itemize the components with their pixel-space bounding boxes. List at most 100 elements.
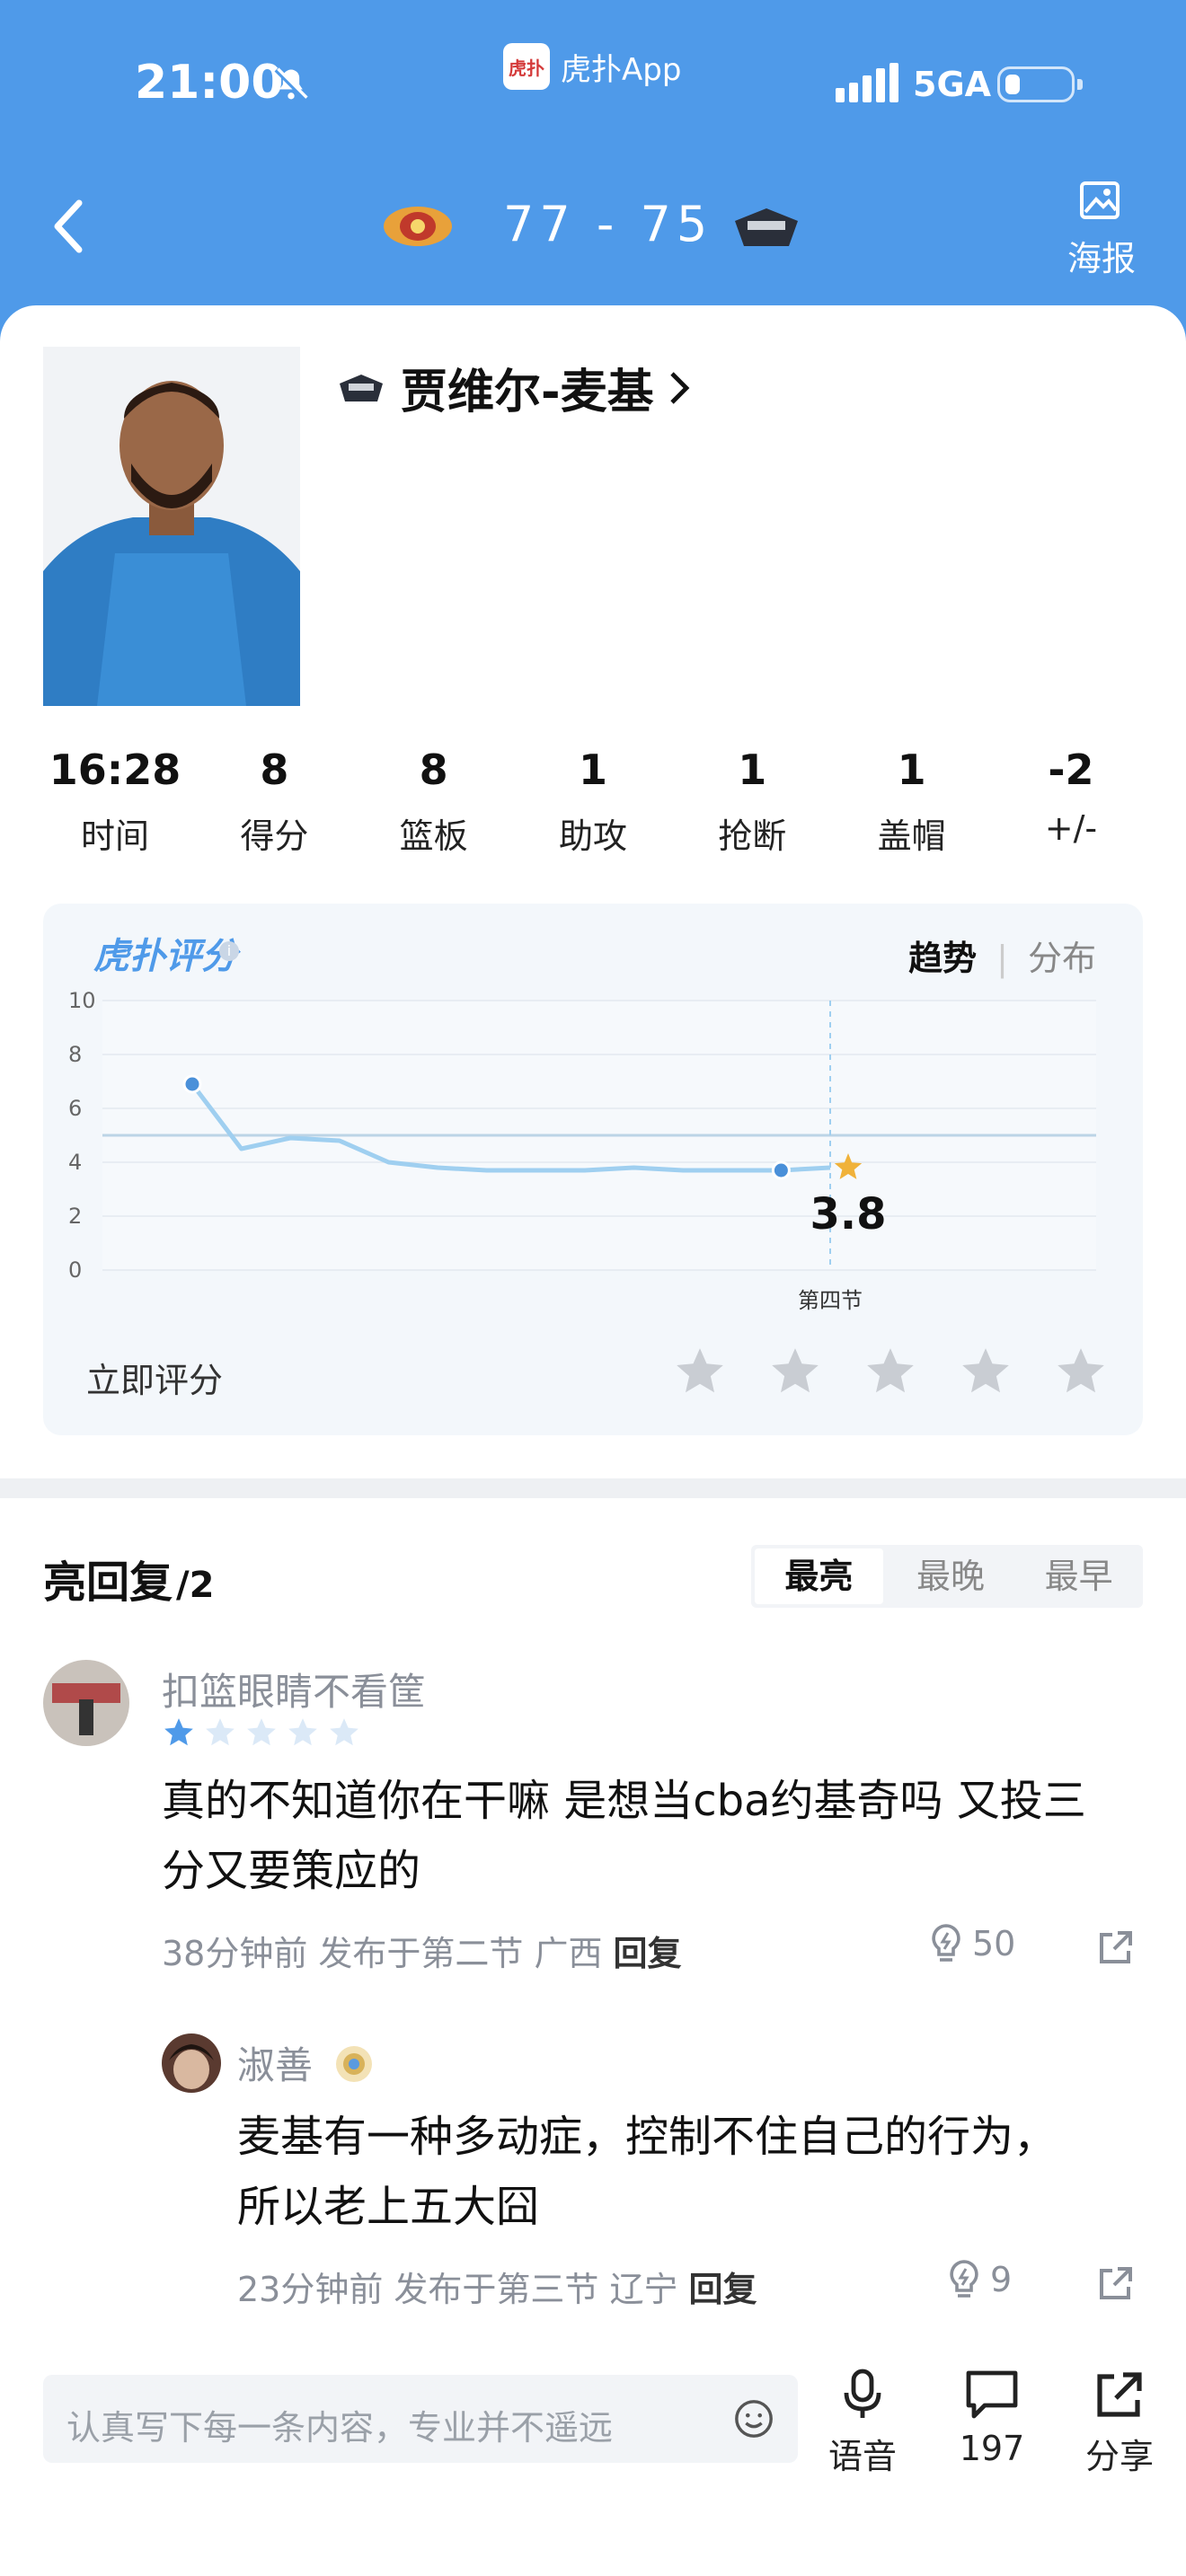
- share-label: 分享: [1084, 2437, 1154, 2476]
- back-arrow-icon[interactable]: [50, 199, 86, 253]
- comment-meta-text: 38分钟前 发布于第二节 广西: [162, 1934, 603, 1973]
- poster-button[interactable]: 海报: [1067, 178, 1136, 280]
- y-tick-label: 10: [68, 988, 96, 1013]
- hupu-app-logo: 虎扑: [503, 43, 550, 90]
- team-badge-icon: [340, 374, 383, 401]
- lightbulb-icon: [950, 2260, 978, 2298]
- chevron-right-icon: [669, 371, 689, 404]
- rate-star-icon[interactable]: [767, 1344, 823, 1399]
- sort-best[interactable]: 最亮: [755, 1548, 883, 1604]
- rate-star-icon[interactable]: [1053, 1344, 1109, 1399]
- lightbulb-icon: [932, 1924, 960, 1962]
- share-icon[interactable]: [1096, 1928, 1136, 1967]
- star-icon: [330, 1718, 358, 1746]
- share-icon: [1097, 2372, 1142, 2417]
- light-button[interactable]: 50: [929, 1922, 1015, 1965]
- tab-separator: |: [996, 939, 1008, 978]
- comment-meta: 38分钟前 发布于第二节 广西 回复: [162, 1926, 682, 1975]
- y-tick-label: 2: [68, 1204, 82, 1229]
- stat-points: 8 得分: [240, 745, 309, 856]
- share-icon[interactable]: [1096, 2263, 1136, 2303]
- player-name: 贾维尔-麦基: [401, 366, 654, 419]
- sort-earliest[interactable]: 最早: [1014, 1545, 1143, 1608]
- comment-username[interactable]: 淑善: [237, 2035, 313, 2090]
- y-tick-label: 6: [68, 1096, 82, 1121]
- hupu-rating-logo: 虎扑评分: [93, 936, 237, 977]
- reply-button[interactable]: 回复: [689, 2270, 757, 2309]
- user-badge-icon: [336, 2046, 372, 2082]
- like-count: 9: [990, 2260, 1013, 2299]
- microphone-icon: [844, 2369, 881, 2418]
- user-rating-stars: [162, 1716, 361, 1750]
- rating-tabs: 趋势 | 分布: [908, 931, 1096, 980]
- game-score: 77 - 75: [503, 196, 713, 252]
- voice-button[interactable]: 语音: [818, 2368, 907, 2478]
- comment-meta: 23分钟前 发布于第三节 辽宁 回复: [237, 2262, 757, 2311]
- data-point: [182, 1074, 202, 1094]
- comment-text: 麦基有一种多动症，控制不住自己的行为，所以老上五大囧: [237, 2112, 1058, 2232]
- comment-bubble-icon: [966, 2370, 1018, 2419]
- app-name: 虎扑App: [561, 51, 682, 88]
- star-icon: [247, 1718, 276, 1746]
- image-icon: [1080, 181, 1120, 219]
- player-stats: 16:28 时间 8 得分 8 篮板 1 助攻 1 抢断 1 盖帽 -2 +/-: [43, 745, 1143, 858]
- poster-label: 海报: [1067, 239, 1137, 278]
- comment-count: 197: [959, 2429, 1025, 2468]
- emoji-icon[interactable]: [733, 2398, 774, 2439]
- rate-now-label: 立即评分: [86, 1361, 224, 1400]
- app-indicator: 虎扑 虎扑App: [503, 43, 681, 90]
- signal-icon: [836, 63, 898, 102]
- avatar[interactable]: [162, 2033, 221, 2093]
- reply-button[interactable]: 回复: [614, 1934, 682, 1973]
- comments-count: /2: [176, 1565, 215, 1606]
- home-team-logo: [384, 207, 452, 246]
- rate-star-icon[interactable]: [958, 1344, 1013, 1399]
- rating-panel: 虎扑评分 i 趋势 | 分布 0 2 4 6 8 10 第四节 3.8 立即评分: [43, 904, 1143, 1435]
- tab-distribution[interactable]: 分布: [1028, 939, 1096, 978]
- sort-tabs: 最亮 最晚 最早: [751, 1545, 1143, 1608]
- stat-assists: 1 助攻: [558, 745, 627, 856]
- comments-title-text: 亮回复: [43, 1557, 173, 1608]
- player-photo: [43, 347, 300, 706]
- comment-username[interactable]: 扣篮眼睛不看筐: [162, 1662, 426, 1716]
- stat-time: 16:28 时间: [49, 745, 181, 856]
- rate-star-icon[interactable]: [863, 1344, 918, 1399]
- share-button[interactable]: 分享: [1075, 2368, 1164, 2478]
- data-point: [771, 1160, 791, 1180]
- y-tick-label: 0: [68, 1257, 82, 1283]
- stat-plus-minus: -2 +/-: [1044, 745, 1098, 848]
- stat-steals: 1 抢断: [718, 745, 787, 856]
- current-rating-value: 3.8: [810, 1189, 886, 1239]
- player-name-link[interactable]: 贾维尔-麦基: [336, 354, 690, 421]
- comment-meta-text: 23分钟前 发布于第三节 辽宁: [237, 2270, 678, 2309]
- like-count: 50: [972, 1924, 1016, 1963]
- bell-muted-icon: [274, 67, 308, 101]
- stat-rebounds: 8 篮板: [399, 745, 468, 856]
- tab-trend[interactable]: 趋势: [908, 939, 977, 978]
- section-divider: [0, 1478, 1186, 1498]
- sort-latest[interactable]: 最晚: [887, 1545, 1015, 1608]
- stat-blocks: 1 盖帽: [877, 745, 946, 856]
- network-type: 5GA: [913, 65, 992, 104]
- avatar[interactable]: [43, 1660, 129, 1746]
- away-team-logo: [735, 208, 798, 246]
- y-tick-label: 4: [68, 1150, 82, 1175]
- status-time: 21:00: [135, 56, 284, 110]
- x-tick-label: 第四节: [798, 1288, 863, 1313]
- star-icon: [164, 1718, 193, 1746]
- y-tick-label: 8: [68, 1042, 82, 1067]
- rating-trend-chart: 0 2 4 6 8 10 第四节 3.8: [68, 988, 1096, 1313]
- info-icon[interactable]: i: [219, 941, 239, 961]
- rate-star-icon[interactable]: [672, 1344, 728, 1399]
- comments-button[interactable]: 197: [947, 2368, 1037, 2468]
- star-icon: [288, 1718, 317, 1746]
- rate-stars: [672, 1344, 1109, 1399]
- comment-input-placeholder: 认真写下每一条内容，专业并不遥远: [66, 2408, 614, 2448]
- star-icon: [206, 1718, 235, 1746]
- comment-input[interactable]: 认真写下每一条内容，专业并不遥远: [43, 2375, 798, 2463]
- light-button[interactable]: 9: [947, 2258, 1012, 2301]
- comment-text: 真的不知道你在干嘛 是想当cba约基奇吗 又投三分又要策应的: [162, 1776, 1086, 1896]
- comments-title: 亮回复/2: [43, 1547, 214, 1610]
- battery-icon: [997, 66, 1083, 102]
- voice-label: 语音: [828, 2437, 897, 2476]
